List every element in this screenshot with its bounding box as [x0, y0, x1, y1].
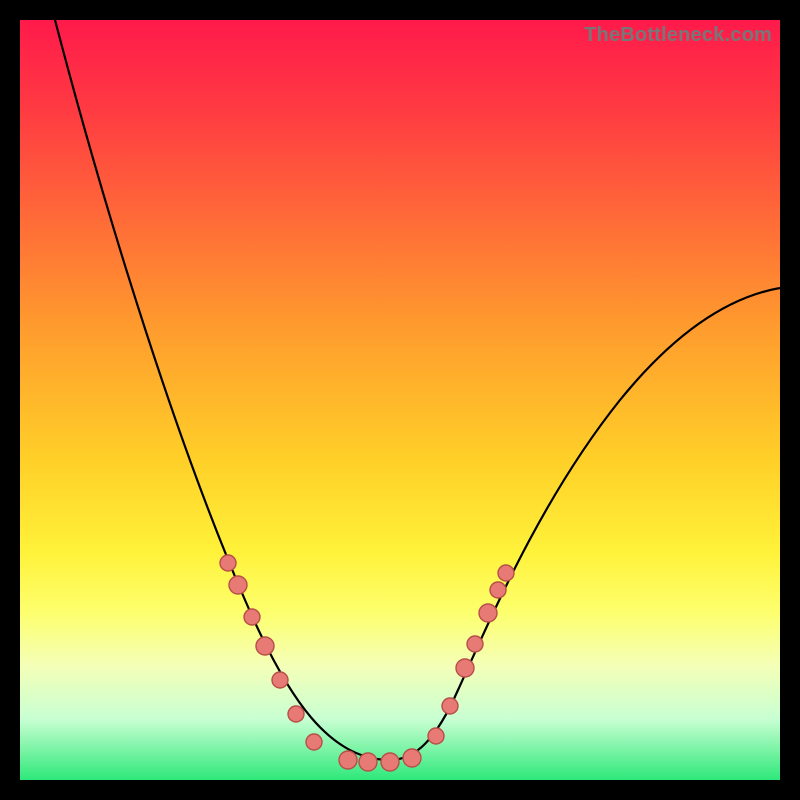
data-marker: [490, 582, 506, 598]
data-marker: [244, 609, 260, 625]
data-marker: [306, 734, 322, 750]
data-marker: [288, 706, 304, 722]
data-marker: [479, 604, 497, 622]
plot-svg: [20, 20, 780, 780]
chart-frame: TheBottleneck.com: [20, 20, 780, 780]
data-marker: [403, 749, 421, 767]
data-marker: [498, 565, 514, 581]
data-marker: [381, 753, 399, 771]
data-marker: [456, 659, 474, 677]
bottleneck-curve: [55, 20, 780, 760]
data-marker: [428, 728, 444, 744]
data-marker: [442, 698, 458, 714]
data-marker: [272, 672, 288, 688]
data-marker: [220, 555, 236, 571]
marker-group: [220, 555, 514, 771]
data-marker: [229, 576, 247, 594]
data-marker: [467, 636, 483, 652]
data-marker: [256, 637, 274, 655]
data-marker: [339, 751, 357, 769]
data-marker: [359, 753, 377, 771]
